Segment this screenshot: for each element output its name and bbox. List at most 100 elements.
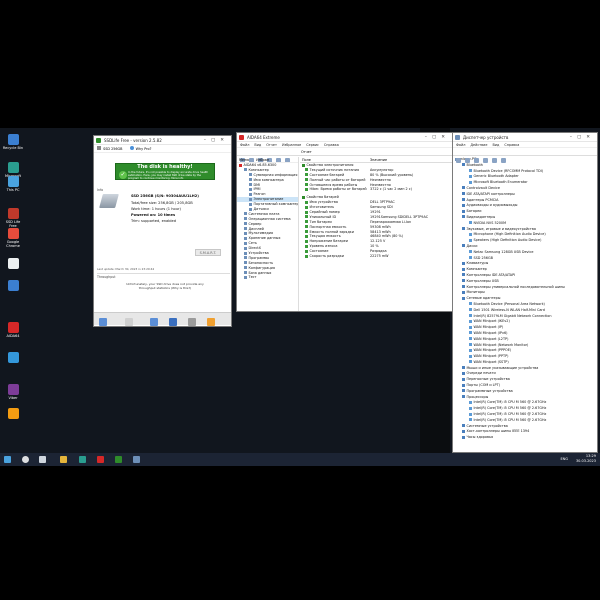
monitor-icon[interactable] bbox=[501, 158, 506, 163]
tree-node-icon bbox=[244, 275, 247, 279]
window-controls[interactable]: –▢✕ bbox=[204, 136, 229, 145]
tab-ssd[interactable]: SSD 256GB bbox=[103, 147, 122, 151]
scan-icon[interactable] bbox=[492, 158, 497, 163]
tree-label: DirectX bbox=[248, 246, 261, 251]
device-label: WAN Miniport (PPPOE) bbox=[473, 348, 512, 353]
device-label: Аудиовходы и аудиовыходы bbox=[466, 203, 518, 208]
devmgr-taskbar-icon[interactable] bbox=[133, 456, 140, 463]
property-name: Текущий источник питания bbox=[309, 167, 360, 172]
tree-node-icon bbox=[249, 197, 252, 201]
desktop-icon[interactable] bbox=[2, 280, 24, 292]
back-icon[interactable] bbox=[456, 158, 461, 163]
tab-menu[interactable]: Меню bbox=[239, 158, 249, 162]
tree-node-icon bbox=[244, 212, 247, 216]
desktop-icon[interactable]: Viber bbox=[2, 384, 24, 400]
desktop-icon[interactable] bbox=[2, 352, 24, 364]
tree-label: Безопасность bbox=[248, 260, 274, 265]
aida-title-bar[interactable]: AIDA64 Extreme –▢✕ bbox=[237, 133, 452, 142]
tree-label: Электропитание bbox=[253, 197, 284, 202]
tab-favorites[interactable]: Избран bbox=[256, 158, 269, 162]
tree-label: Разгон bbox=[253, 192, 266, 197]
menu-item[interactable]: Избранное bbox=[282, 143, 301, 147]
ssd-title-bar[interactable]: SSDLife Free - version 2.5.82 –▢✕ bbox=[94, 136, 231, 145]
tree-label: Устройства bbox=[248, 251, 269, 256]
menu-item[interactable]: Вид bbox=[492, 143, 499, 147]
menu-item[interactable]: Файл bbox=[456, 143, 465, 147]
category-icon bbox=[462, 261, 465, 265]
device-label: Bluetooth Device (RFCOMM Protocol TDI) bbox=[473, 168, 544, 173]
ssdlife-taskbar-icon[interactable] bbox=[115, 456, 122, 463]
device-icon bbox=[469, 325, 472, 329]
window-controls[interactable]: –▢✕ bbox=[425, 133, 450, 142]
report-button[interactable]: Отчет bbox=[301, 148, 312, 156]
col-value[interactable]: Значение bbox=[370, 157, 387, 163]
trim-status: Trim: supported, enabled bbox=[131, 219, 177, 223]
property-row[interactable]: Hiber. Время работы от батарей 3722 с (1 … bbox=[300, 187, 452, 192]
property-name: Оставшееся время работы bbox=[309, 182, 358, 187]
desktop-icon[interactable] bbox=[2, 408, 24, 420]
device-label: Мыши и иные указывающие устройства bbox=[466, 365, 539, 370]
menu-item[interactable]: Файл bbox=[240, 143, 249, 147]
category-icon bbox=[462, 227, 465, 231]
edge-icon[interactable] bbox=[79, 456, 86, 463]
desktop-icon[interactable]: Recycle Bin bbox=[2, 134, 24, 150]
device-node[interactable]: Часы здоровья bbox=[453, 435, 597, 441]
device-icon bbox=[469, 221, 472, 225]
clock[interactable]: 13:29 30.03.2023 bbox=[576, 454, 596, 464]
device-icon bbox=[469, 256, 472, 260]
menu-item[interactable]: Вид bbox=[254, 143, 261, 147]
device-icon bbox=[469, 406, 472, 410]
help-icon[interactable] bbox=[483, 158, 488, 163]
category-icon bbox=[462, 209, 465, 213]
tree-item[interactable]: Тест bbox=[237, 275, 298, 280]
property-row[interactable]: Скорость разрядки 22275 mW bbox=[300, 254, 452, 259]
tree-label: DMI bbox=[253, 182, 261, 187]
app-icon bbox=[7, 408, 19, 419]
start-icon[interactable] bbox=[4, 456, 11, 463]
tab-why-pro[interactable]: Why Pro? bbox=[136, 147, 152, 151]
star-icon[interactable] bbox=[207, 318, 216, 326]
device-label: Звуковые, игровые и видеоустройства bbox=[466, 226, 536, 231]
menu-item[interactable]: Отчет bbox=[266, 143, 277, 147]
property-icon bbox=[305, 249, 308, 253]
property-icon bbox=[305, 239, 308, 243]
desktop-icon[interactable]: SSD Life Free bbox=[2, 208, 24, 228]
device-label: Клавиатуры bbox=[466, 261, 489, 266]
window-controls[interactable]: –▢✕ bbox=[570, 133, 595, 142]
properties-icon[interactable] bbox=[474, 158, 479, 163]
tree-item[interactable]: Операционная система bbox=[237, 217, 298, 222]
search-icon[interactable] bbox=[22, 456, 29, 463]
desktop-icon[interactable]: Google Chrome bbox=[2, 228, 24, 248]
col-field[interactable]: Поле bbox=[302, 157, 311, 163]
menu-item[interactable]: Справка bbox=[324, 143, 339, 147]
export-icon[interactable] bbox=[188, 318, 197, 326]
devmgr-title-bar[interactable]: Диспетчер устройств –▢✕ bbox=[453, 133, 597, 142]
property-name: Напряжение батареи bbox=[309, 239, 348, 244]
property-icon bbox=[305, 234, 308, 238]
status-box: ✓ The disk is healthy! In the future, it… bbox=[115, 163, 215, 180]
menu-item[interactable]: Действие bbox=[470, 143, 487, 147]
menu-item[interactable]: Справка bbox=[504, 143, 519, 147]
refresh-icon[interactable] bbox=[99, 318, 107, 326]
document-icon[interactable] bbox=[125, 318, 134, 326]
device-label: Компьютер bbox=[466, 267, 487, 272]
language-indicator[interactable]: ENG bbox=[560, 457, 568, 461]
task-view-icon[interactable] bbox=[39, 456, 46, 463]
devmgr-app-icon bbox=[455, 135, 460, 140]
help-icon[interactable] bbox=[169, 318, 178, 326]
device-label: Сетевые адаптеры bbox=[466, 296, 501, 301]
menu-item[interactable]: Сервис bbox=[306, 143, 319, 147]
property-icon bbox=[305, 225, 308, 229]
explorer-icon[interactable] bbox=[60, 456, 67, 463]
last-update: Last update: March 30, 2023 in 23:29:44 bbox=[97, 267, 155, 271]
settings-icon[interactable] bbox=[150, 318, 159, 326]
smart-button[interactable]: S.M.A.R.T. bbox=[195, 249, 221, 256]
forward-icon[interactable] bbox=[465, 158, 470, 163]
category-icon bbox=[462, 435, 465, 439]
desktop-icon[interactable] bbox=[2, 258, 24, 270]
app-icon bbox=[7, 258, 19, 269]
aida64-taskbar-icon[interactable] bbox=[97, 456, 104, 463]
desktop-icon[interactable]: This PC bbox=[2, 176, 24, 192]
desktop-icon[interactable]: AIDA64 bbox=[2, 322, 24, 338]
app-icon bbox=[7, 384, 19, 395]
